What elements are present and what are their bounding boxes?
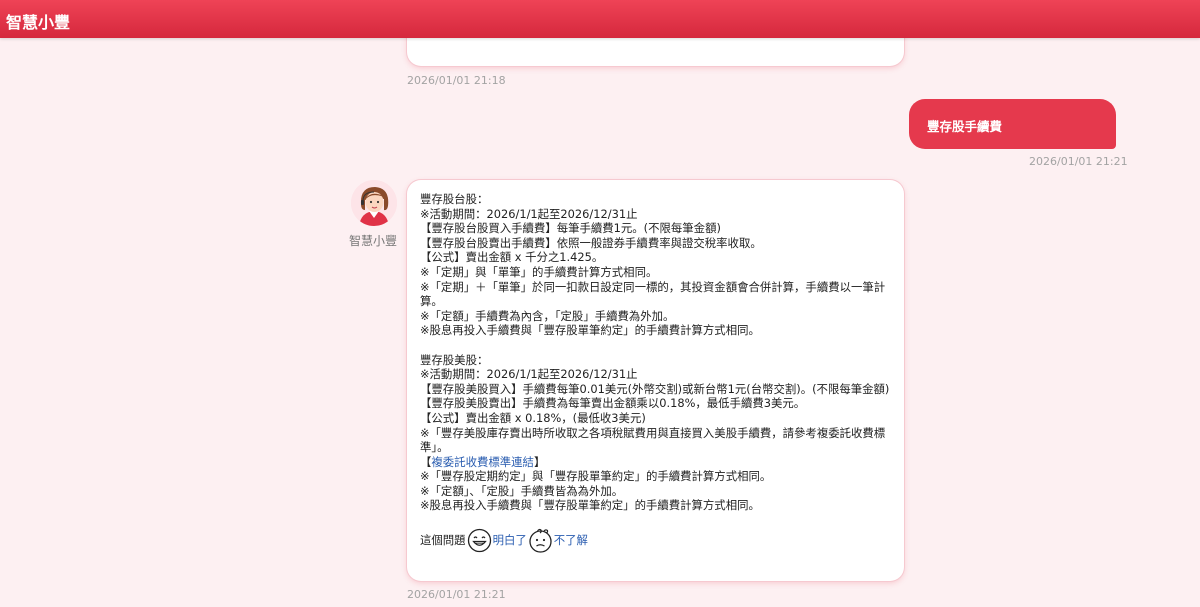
message-line: 【豐存股美股賣出】手續費為每筆賣出金額乘以0.18%，最低手續費3美元。 (420, 396, 806, 411)
message-line: 【豐存股美股買入】手續費每筆0.01美元(外幣交割)或新台幣1元(台幣交割)。(… (420, 381, 890, 396)
us-stock-section: 豐存股美股： ※活動期間：2026/1/1起至2026/12/31止 【豐存股美股買… (420, 353, 894, 455)
message-line: ※「定期」與「單筆」的手續費計算方式相同。 (420, 264, 658, 279)
app-title: 智慧小豐 (6, 13, 71, 32)
not-understood-button[interactable]: 不了解 (554, 533, 588, 548)
bot-name: 智慧小豐 (349, 234, 398, 248)
taiwan-stock-section: 豐存股台股： ※活動期間：2026/1/1起至2026/12/31止 【豐存股台股買… (420, 192, 894, 338)
happy-face-icon[interactable] (467, 528, 492, 553)
link-line: 【複委託收費標準連結】 (420, 454, 546, 469)
message-line: ※股息再投入手續費與「豐存股單筆約定」的手續費計算方式相同。 (420, 323, 760, 338)
understood-button[interactable]: 明白了 (493, 533, 527, 548)
message-line: 【公式】賣出金額 x 千分之1.425。 (420, 250, 604, 265)
chat-area[interactable]: 2026/01/01 21:18 豐存股手續費 2026/01/01 21:21… (0, 38, 1200, 607)
message-timestamp: 2026/01/01 21:21 (407, 588, 506, 601)
message-line: ※活動期間：2026/1/1起至2026/12/31止 (420, 206, 638, 221)
app-header: 智慧小豐 (0, 0, 1200, 38)
message-line: 【公式】賣出金額 x 0.18%，(最低收3美元) (420, 410, 646, 425)
us-stock-notes: ※「豐存股定期約定」與「豐存股單筆約定」的手續費計算方式相同。 ※「定額」、「定股… (420, 469, 894, 513)
user-message-text: 豐存股手續費 (927, 119, 1003, 134)
message-line: ※「定期」＋「單筆」於同一扣款日設定同一標的，其投資金額會合併計算，手續費以一筆… (420, 279, 886, 309)
sub-brokerage-fee-link[interactable]: 複委託收費標準連結 (431, 455, 534, 469)
message-line: ※「定額」手續費為內含，「定股」手續費為外加。 (420, 308, 675, 323)
message-line: ※股息再投入手續費與「豐存股單筆約定」的手續費計算方式相同。 (420, 498, 760, 513)
message-line: ※「豐存股定期約定」與「豐存股單筆約定」的手續費計算方式相同。 (420, 469, 772, 484)
message-timestamp: 2026/01/01 21:18 (407, 74, 506, 87)
message-timestamp: 2026/01/01 21:21 (1029, 155, 1128, 168)
feedback-row: 這個問題 明白了 不了解 (420, 527, 894, 553)
message-line: 【豐存股台股賣出手續費】依照一般證券手續費率與證交稅率收取。 (420, 235, 762, 250)
previous-bot-bubble (407, 38, 904, 66)
bot-avatar-image (351, 180, 397, 226)
message-line: ※「豐存美股庫存賣出時所收取之各項稅賦費用與直接買入美股手續費，請參考複委託收費… (420, 425, 886, 455)
message-line: 豐存股台股： (420, 192, 489, 206)
user-message-bubble: 豐存股手續費 (909, 99, 1116, 149)
bot-avatar (351, 180, 397, 226)
confused-face-icon[interactable] (528, 528, 553, 553)
bot-message-bubble: 豐存股台股： ※活動期間：2026/1/1起至2026/12/31止 【豐存股台股買… (407, 180, 904, 581)
message-line: ※「定額」、「定股」手續費皆為為外加。 (420, 483, 624, 498)
message-line: ※活動期間：2026/1/1起至2026/12/31止 (420, 367, 638, 382)
feedback-question: 這個問題 (420, 532, 466, 547)
message-line: 【豐存股台股買入手續費】每筆手續費1元。(不限每筆金額) (420, 221, 721, 236)
message-line: 豐存股美股： (420, 352, 489, 367)
